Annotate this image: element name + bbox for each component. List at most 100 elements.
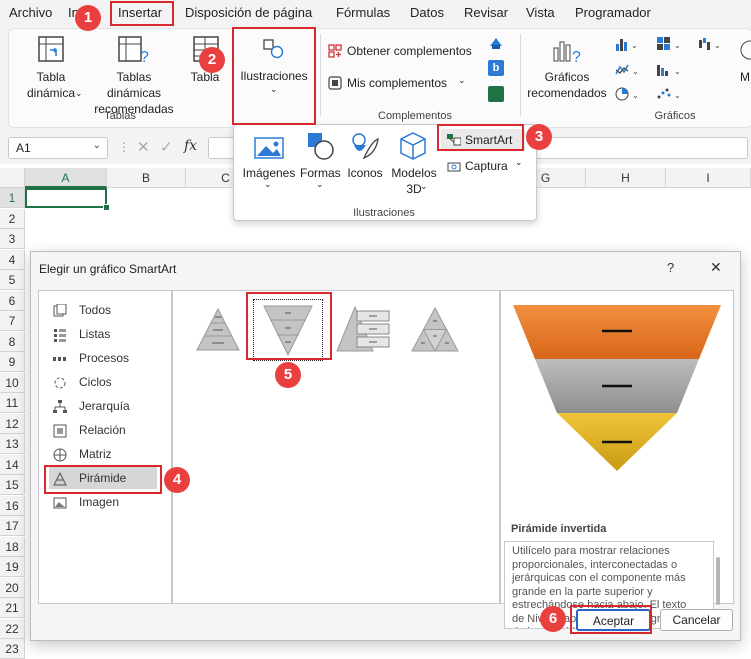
select-all-corner[interactable] [0, 168, 25, 188]
preview-title: Pirámide invertida [511, 523, 607, 535]
hierarchy-chart-icon[interactable]: ⌄ [656, 36, 684, 52]
recommended-charts-label: Gráficos recomendados [527, 70, 607, 100]
highlight-inverted-pyramid [246, 292, 332, 360]
row-header-13[interactable]: 13 [0, 434, 25, 454]
category-label: Jerarquía [79, 399, 130, 413]
highlight-pyramid [44, 465, 162, 494]
row-header-8[interactable]: 8 [0, 331, 25, 352]
3d-models-icon [398, 131, 428, 161]
3d-models-button[interactable]: Modelos 3D [390, 165, 438, 197]
category-hierarchy[interactable]: Jerarquía [49, 395, 157, 417]
get-addins-button[interactable]: Obtener complementos [347, 43, 472, 59]
smartart-dialog: Elegir un gráfico SmartArt ? ✕ Todos List… [30, 251, 741, 641]
formula-dots-icon: ⋮ [118, 140, 130, 154]
category-picture[interactable]: Imagen [49, 491, 157, 513]
row-header-19[interactable]: 19 [0, 557, 25, 577]
category-cycle[interactable]: Ciclos [49, 371, 157, 393]
category-label: Procesos [79, 351, 130, 365]
name-box[interactable]: A1 ⌄ [8, 137, 108, 159]
menu-item-4[interactable]: Fórmulas [336, 5, 390, 20]
icons-button[interactable]: Iconos [344, 165, 386, 181]
menu-item-5[interactable]: Datos [410, 5, 444, 20]
people-graph-icon [488, 86, 504, 102]
category-list[interactable]: Listas [49, 323, 157, 345]
row-header-18[interactable]: 18 [0, 536, 25, 557]
svg-text:?: ? [572, 49, 581, 66]
column-chart-icon[interactable]: ⌄ [615, 36, 643, 52]
row-header-9[interactable]: 9 [0, 352, 25, 372]
row-header-17[interactable]: 17 [0, 516, 25, 536]
help-button[interactable]: ? [667, 260, 674, 275]
stat-chart-icon[interactable]: ⌄ [656, 62, 684, 78]
category-process[interactable]: Procesos [49, 347, 157, 369]
column-header-a[interactable]: A [25, 168, 107, 188]
pyramid-list-layout[interactable] [335, 303, 395, 357]
row-header-12[interactable]: 12 [0, 413, 25, 434]
line-chart-icon[interactable]: ⌄ [615, 62, 643, 78]
row-header-3[interactable]: 3 [0, 229, 25, 249]
pictures-icon [254, 135, 284, 161]
highlight-insertar [110, 1, 174, 26]
waterfall-chart-icon[interactable]: ⌄ [698, 36, 726, 52]
menu-item-8[interactable]: Programador [575, 5, 651, 20]
column-header-h[interactable]: H [586, 168, 666, 188]
maps-icon[interactable] [738, 40, 751, 60]
close-button[interactable]: ✕ [710, 259, 722, 276]
my-addins-button[interactable]: Mis complementos [347, 75, 447, 91]
row-header-10[interactable]: 10 [0, 372, 25, 393]
row-header-14[interactable]: 14 [0, 454, 25, 475]
category-relationship[interactable]: Relación [49, 419, 157, 441]
row-header-15[interactable]: 15 [0, 475, 25, 495]
row-header-20[interactable]: 20 [0, 577, 25, 598]
bing-icon: b [488, 60, 504, 76]
charts-group-label: Gráficos [654, 110, 696, 122]
cancel-button[interactable]: Cancelar [660, 609, 733, 631]
svg-text:?: ? [140, 49, 149, 66]
column-header-b[interactable]: B [107, 168, 186, 188]
menu-item-3[interactable]: Disposición de página [185, 5, 312, 20]
menu-item-6[interactable]: Revisar [464, 5, 508, 20]
row-header-11[interactable]: 11 [0, 393, 25, 413]
fill-handle[interactable] [103, 204, 110, 211]
column-header-i[interactable]: I [666, 168, 751, 188]
screenshot-button[interactable]: Captura ⌄ [441, 155, 525, 177]
row-header-7[interactable]: 7 [0, 311, 25, 331]
segmented-pyramid-layout[interactable] [409, 305, 461, 355]
chevron-down-icon: ⌄ [458, 75, 466, 85]
pie-chart-icon[interactable]: ⌄ [615, 86, 643, 102]
pivot-table-label: Tabla dinámica [26, 70, 76, 100]
cancel-icon[interactable]: ✕ [137, 138, 150, 156]
icons-icon [350, 131, 380, 161]
matrix-icon [53, 447, 67, 462]
chevron-down-icon: ⌄ [264, 179, 272, 189]
basic-pyramid-layout[interactable] [193, 305, 243, 355]
active-cell-a1[interactable] [25, 188, 107, 208]
description-scrollbar[interactable] [716, 557, 720, 605]
recommended-charts-button[interactable]: Gráficos recomendados [524, 69, 610, 101]
row-header-2[interactable]: 2 [0, 208, 25, 229]
chevron-down-icon[interactable]: ⌄ [93, 140, 101, 151]
row-header-21[interactable]: 21 [0, 598, 25, 618]
enter-icon[interactable]: ✓ [160, 138, 173, 156]
svg-text:⌄: ⌄ [674, 41, 681, 50]
row-header-5[interactable]: 5 [0, 270, 25, 290]
insert-function-icon[interactable]: fx [184, 138, 197, 154]
scatter-chart-icon[interactable]: ⌄ [656, 86, 684, 102]
row-header-23[interactable]: 23 [0, 639, 25, 659]
category-all[interactable]: Todos [49, 299, 157, 321]
relationship-icon [53, 423, 67, 438]
row-header-4[interactable]: 4 [0, 249, 25, 270]
category-label: Matriz [79, 447, 112, 461]
row-header-6[interactable]: 6 [0, 290, 25, 311]
row-header-22[interactable]: 22 [0, 618, 25, 639]
callout-2: 2 [199, 47, 225, 73]
name-box-value: A1 [16, 141, 31, 155]
menu-item-0[interactable]: Archivo [9, 5, 52, 20]
process-icon [53, 351, 67, 365]
callout-6: 6 [540, 606, 566, 632]
row-header-16[interactable]: 16 [0, 495, 25, 516]
menu-item-7[interactable]: Vista [526, 5, 555, 20]
category-matrix[interactable]: Matriz [49, 443, 157, 465]
highlight-illustrations [232, 27, 316, 125]
row-header-1[interactable]: 1 [0, 188, 25, 208]
